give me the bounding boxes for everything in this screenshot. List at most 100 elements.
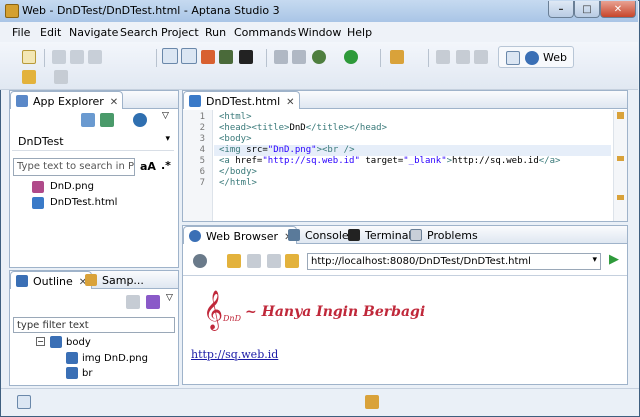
- deploy-icon[interactable]: [219, 50, 233, 64]
- html-file-icon: [32, 197, 44, 209]
- view-menu-icon[interactable]: ▽: [162, 111, 169, 121]
- debug-icon[interactable]: [312, 50, 326, 64]
- tab-problems[interactable]: Problems: [405, 226, 482, 244]
- warning-marker[interactable]: [617, 156, 624, 161]
- edit2-icon[interactable]: [456, 50, 470, 64]
- code-line[interactable]: </body>: [219, 167, 257, 178]
- app-explorer-panel: App Explorer ✕ ▽ DnDTest ▾ Type text to s…: [9, 90, 179, 268]
- web-browser-panel: Web Browser✕ Console Terminal Problems h…: [182, 225, 628, 385]
- maximize-button[interactable]: □: [574, 1, 600, 18]
- tool-icon[interactable]: [274, 50, 288, 64]
- menu-help[interactable]: Help: [347, 26, 372, 39]
- regex-toggle[interactable]: .*: [161, 159, 171, 172]
- menu-run[interactable]: Run: [205, 26, 226, 39]
- refresh-icon[interactable]: [285, 254, 299, 268]
- run-icon[interactable]: [344, 50, 358, 64]
- code-line[interactable]: <body>: [219, 134, 252, 145]
- close-window-button[interactable]: ✕: [600, 1, 636, 18]
- status-bar: [1, 388, 639, 416]
- close-icon[interactable]: ✕: [110, 97, 118, 108]
- explorer-search-input[interactable]: Type text to search in Pro: [13, 158, 135, 176]
- menu-file[interactable]: File: [12, 26, 30, 39]
- hierarchy-icon[interactable]: [181, 48, 197, 64]
- menu-search[interactable]: Search: [120, 26, 158, 39]
- menu-edit[interactable]: Edit: [40, 26, 61, 39]
- line-number: 1: [199, 112, 205, 122]
- terminal-icon[interactable]: [239, 50, 253, 64]
- menu-window[interactable]: Window: [298, 26, 341, 39]
- element-icon: [66, 367, 78, 379]
- globe-icon: [189, 230, 201, 242]
- home-icon[interactable]: [201, 50, 215, 64]
- tab-app-explorer[interactable]: App Explorer ✕: [10, 91, 124, 109]
- project-name: DnDTest: [18, 135, 64, 148]
- wand-icon[interactable]: [390, 50, 404, 64]
- tool2-icon[interactable]: [292, 50, 306, 64]
- gear-icon[interactable]: [193, 254, 207, 268]
- code-line[interactable]: <head><title>DnD</title></head>: [219, 123, 387, 134]
- save-icon[interactable]: [52, 50, 66, 64]
- new-icon[interactable]: [22, 50, 36, 64]
- code-line[interactable]: </html>: [219, 178, 257, 189]
- warning-marker[interactable]: [617, 195, 624, 200]
- line-number: 6: [199, 167, 205, 177]
- project-selector[interactable]: DnDTest ▾: [12, 131, 174, 151]
- status-icon[interactable]: [365, 395, 379, 409]
- forward-icon[interactable]: [247, 254, 261, 268]
- outline-tabbar: Outline ✕ Samp...: [10, 271, 178, 289]
- menu-project[interactable]: Project: [161, 26, 199, 39]
- forward-icon[interactable]: [54, 70, 68, 84]
- go-icon[interactable]: ▶: [609, 252, 619, 267]
- tab-dndtest-html[interactable]: DnDTest.html ✕: [183, 91, 300, 109]
- page-link[interactable]: http://sq.web.id: [191, 348, 278, 361]
- tab-samples[interactable]: Samp...: [80, 271, 148, 289]
- code-line[interactable]: <img src="DnD.png"><br />: [219, 145, 355, 156]
- layout-icon[interactable]: [162, 48, 178, 64]
- back-icon[interactable]: [227, 254, 241, 268]
- fast-view-icon[interactable]: [17, 395, 31, 409]
- menu-commands[interactable]: Commands: [234, 26, 296, 39]
- console-icon: [288, 229, 300, 241]
- line-number: 4: [199, 145, 205, 155]
- editor-tabbar: DnDTest.html ✕: [183, 91, 627, 109]
- outline-filter-input[interactable]: type filter text: [13, 317, 175, 333]
- outline-icon: [16, 275, 28, 287]
- chevron-down-icon[interactable]: ▾: [592, 255, 597, 265]
- html-file-icon: [189, 95, 201, 107]
- cube-icon[interactable]: [100, 113, 114, 127]
- open-perspective-icon[interactable]: [506, 51, 520, 65]
- print-icon[interactable]: [88, 50, 102, 64]
- minimize-button[interactable]: –: [548, 1, 574, 18]
- back-icon[interactable]: [22, 70, 36, 84]
- edit3-icon[interactable]: [474, 50, 488, 64]
- code-line[interactable]: <a href="http://sq.web.id" target="_blan…: [219, 156, 560, 167]
- logo-image: 𝄞 DnD ~ Hanya Ingin Berbagi: [201, 290, 441, 336]
- warning-marker[interactable]: [617, 112, 624, 119]
- line-number: 5: [199, 156, 205, 166]
- collapse-icon[interactable]: [81, 113, 95, 127]
- close-icon[interactable]: ✕: [286, 97, 294, 108]
- gear-icon[interactable]: [133, 113, 147, 127]
- samples-tab-label: Samp...: [102, 274, 144, 287]
- collapse-toggle-icon[interactable]: −: [36, 337, 45, 346]
- save-all-icon[interactable]: [70, 50, 84, 64]
- view-menu-icon[interactable]: ▽: [166, 293, 173, 303]
- outline-panel: Outline ✕ Samp... ▽ type filter text − bo…: [9, 270, 179, 386]
- menu-navigate[interactable]: Navigate: [69, 26, 118, 39]
- logo-text: ~ Hanya Ingin Berbagi: [245, 304, 426, 320]
- sort-icon[interactable]: [146, 295, 160, 309]
- collapse-all-icon[interactable]: [126, 295, 140, 309]
- line-number: 2: [199, 123, 205, 133]
- perspective-label[interactable]: Web: [543, 51, 567, 64]
- url-field[interactable]: http://localhost:8080/DnDTest/DnDTest.ht…: [307, 253, 601, 270]
- case-toggle[interactable]: aA: [140, 160, 156, 173]
- editor-panel: DnDTest.html ✕ 1 <html> 2 <head><title>DnD</…: [182, 90, 628, 222]
- app-explorer-tabbar: App Explorer ✕: [10, 91, 178, 109]
- code-line[interactable]: <html>: [219, 112, 252, 123]
- overview-ruler[interactable]: [613, 110, 627, 221]
- node-label: img DnD.png: [82, 353, 148, 364]
- stop-icon[interactable]: [267, 254, 281, 268]
- tab-web-browser[interactable]: Web Browser✕: [183, 226, 298, 244]
- file-label: DnD.png: [50, 181, 94, 192]
- edit-icon[interactable]: [436, 50, 450, 64]
